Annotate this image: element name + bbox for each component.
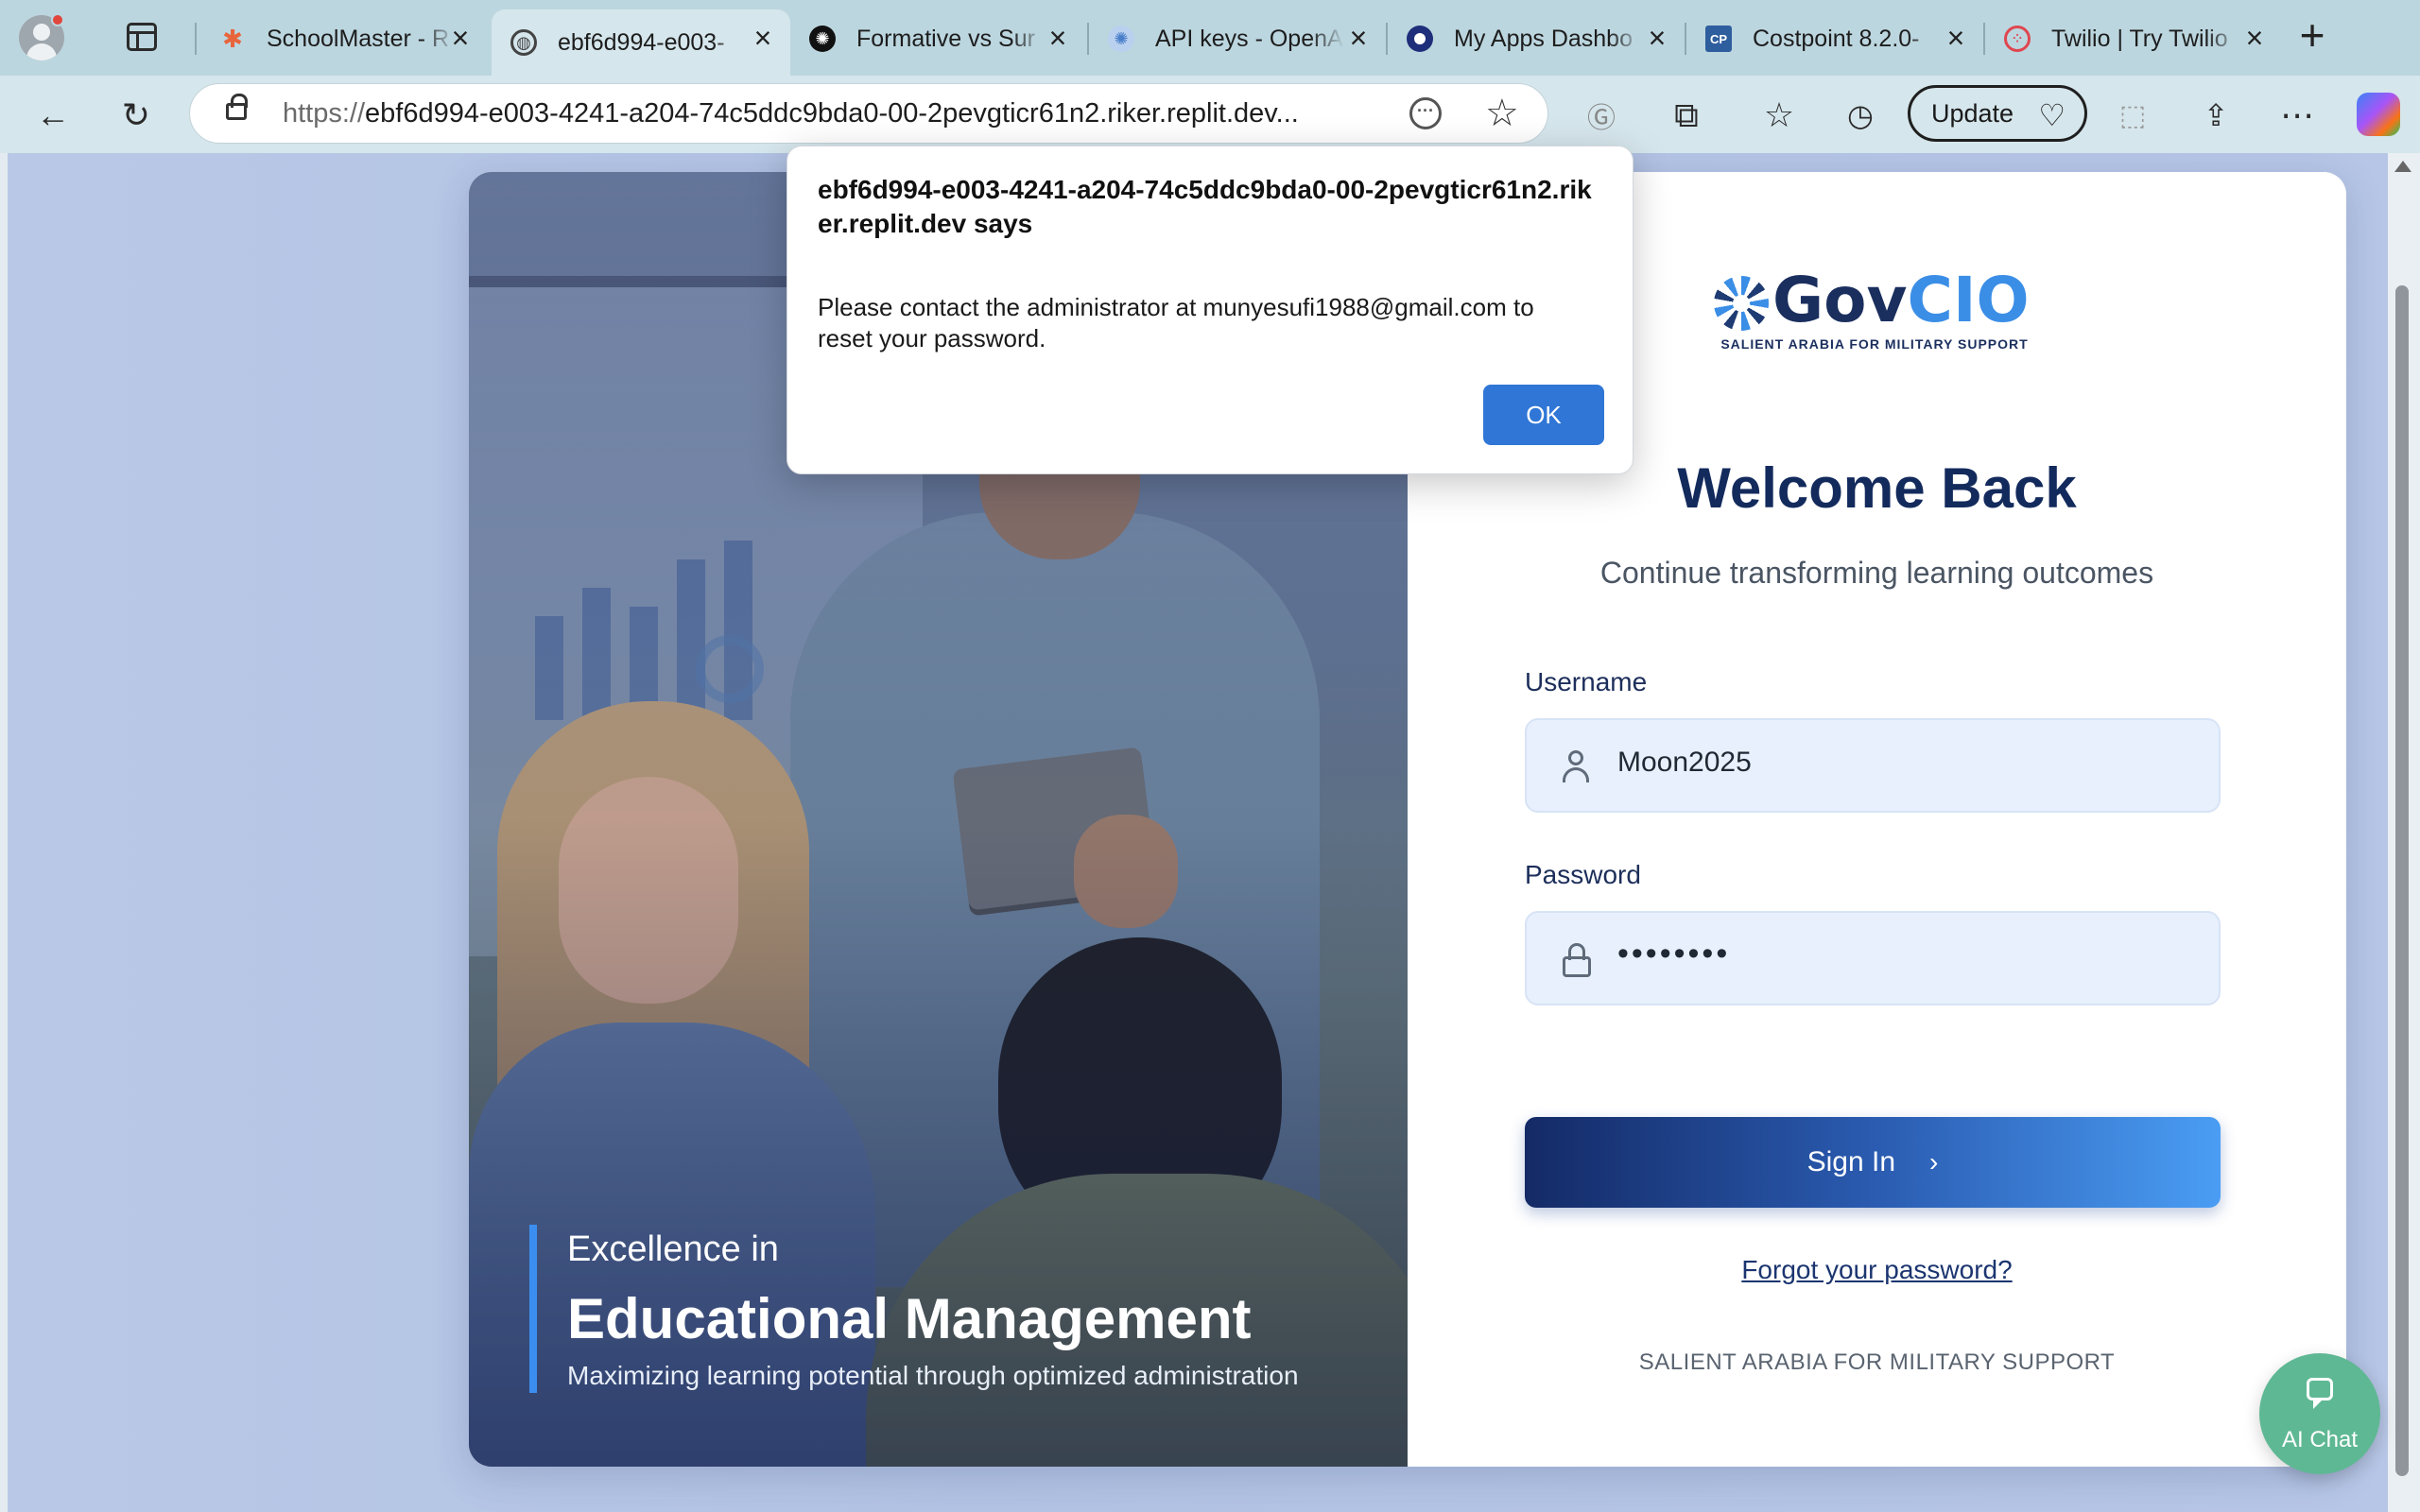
- logo-cio-text: CIO: [1907, 264, 2030, 336]
- twilio-favicon-icon: ⁘: [2004, 26, 2031, 52]
- tab-title: Twilio | Try Twilio: [2051, 25, 2228, 52]
- screenshot-icon[interactable]: ⬚: [2112, 94, 2153, 136]
- new-tab-plus-icon[interactable]: +: [2293, 13, 2331, 57]
- hero-title: Educational Management: [567, 1287, 1252, 1350]
- tab-title: API keys - OpenA: [1155, 25, 1343, 52]
- close-tab-icon[interactable]: ×: [749, 23, 777, 53]
- tab-title: Costpoint 8.2.0-: [1753, 25, 1920, 52]
- close-tab-icon[interactable]: ×: [1942, 23, 1970, 53]
- update-label: Update: [1931, 98, 2014, 128]
- page-tagline: Continue transforming learning outcomes: [1599, 556, 2154, 590]
- browser-essentials-heart-icon: ♡: [2038, 98, 2066, 132]
- sign-in-label: Sign In: [1806, 1146, 1896, 1177]
- forgot-password-link[interactable]: Forgot your password?: [1408, 1255, 2346, 1285]
- close-tab-icon[interactable]: ×: [2240, 23, 2269, 53]
- update-browser-button[interactable]: Update ♡: [1908, 85, 2087, 142]
- history-icon[interactable]: ◷: [1840, 94, 1881, 136]
- costpoint-favicon-icon: CP: [1705, 26, 1732, 52]
- username-input[interactable]: [1617, 747, 2185, 779]
- close-tab-icon[interactable]: ×: [1044, 23, 1072, 53]
- password-label: Password: [1525, 860, 1641, 889]
- username-field[interactable]: [1525, 718, 2221, 813]
- sign-in-button[interactable]: Sign In ›: [1525, 1117, 2221, 1208]
- tab-twilio[interactable]: ⁘ Twilio | Try Twilio ×: [1985, 9, 2282, 68]
- browser-toolbar: ← ↻ https://ebf6d994-e003-4241-a204-74c5…: [0, 76, 2420, 153]
- scrollbar-thumb[interactable]: [2395, 285, 2409, 1476]
- chevron-right-icon: ›: [1929, 1147, 1939, 1177]
- share-icon[interactable]: ⇪: [2195, 94, 2237, 136]
- page-edge: [0, 153, 8, 1512]
- reload-icon[interactable]: ↻: [115, 94, 157, 136]
- tab-title: ebf6d994-e003-: [558, 28, 725, 56]
- tab-title: My Apps Dashbo: [1454, 25, 1633, 52]
- more-menu-icon[interactable]: ⋯: [2276, 94, 2318, 136]
- tab-divider: [195, 23, 197, 55]
- tab-schoolmaster[interactable]: ✱ SchoolMaster - R ×: [200, 9, 488, 68]
- extensions-puzzle-icon[interactable]: ⧉: [1666, 94, 1707, 136]
- tab-replit-app[interactable]: ◍ ebf6d994-e003- ×: [492, 9, 790, 76]
- logo-wordmark: GovCIO: [1772, 265, 2030, 336]
- ai-chat-label: AI Chat: [2281, 1427, 2359, 1452]
- logo-gov-text: Gov: [1772, 264, 1908, 336]
- address-bar[interactable]: https://ebf6d994-e003-4241-a204-74c5ddc9…: [189, 83, 1548, 144]
- globe-icon: ◍: [510, 29, 537, 56]
- ai-chat-button[interactable]: AI Chat: [2259, 1353, 2380, 1474]
- tab-my-apps-dashboard[interactable]: My Apps Dashbo ×: [1388, 9, 1685, 68]
- page-scrollbar[interactable]: [2388, 153, 2420, 1512]
- tab-formative[interactable]: ✺ Formative vs Sur ×: [790, 9, 1085, 68]
- alert-ok-button[interactable]: OK: [1483, 385, 1604, 445]
- user-icon: [1561, 750, 1593, 782]
- logo-tagline: SALIENT ARABIA FOR MILITARY SUPPORT: [1720, 336, 2029, 352]
- tab-actions-menu-icon[interactable]: [127, 23, 157, 51]
- url-host: ebf6d994-e003-4241-a204-74c5ddc9bda0-00-…: [365, 98, 1299, 129]
- lock-icon: [1561, 943, 1593, 977]
- close-tab-icon[interactable]: ×: [446, 23, 475, 53]
- hero-subtitle: Maximizing learning potential through op…: [567, 1361, 1299, 1390]
- govcio-logo: GovCIO SALIENT ARABIA FOR MILITARY SUPPO…: [1714, 265, 2035, 352]
- logo-burst-icon: [1714, 276, 1769, 331]
- password-input[interactable]: ••••••••: [1617, 936, 2185, 972]
- profile-notification-dot: [51, 13, 64, 26]
- lock-icon[interactable]: [226, 94, 248, 120]
- copilot-icon[interactable]: [2357, 93, 2400, 136]
- username-label: Username: [1525, 667, 1648, 696]
- alert-message: Please contact the administrator at muny…: [818, 293, 1534, 352]
- grammarly-extension-icon[interactable]: Ⓖ: [1581, 94, 1622, 136]
- tab-costpoint[interactable]: CP Costpoint 8.2.0- ×: [1686, 9, 1983, 68]
- alert-origin-text: ebf6d994-e003-4241-a204-74c5ddc9bda0-00-…: [818, 175, 1592, 238]
- tab-title: Formative vs Sur: [856, 25, 1035, 52]
- close-tab-icon[interactable]: ×: [1643, 23, 1671, 53]
- tab-title: SchoolMaster - R: [267, 25, 450, 52]
- scroll-up-arrow-icon[interactable]: [2394, 161, 2411, 172]
- url-text[interactable]: https://ebf6d994-e003-4241-a204-74c5ddc9…: [283, 98, 1417, 129]
- openai-favicon-icon: ✺: [1108, 26, 1134, 52]
- javascript-alert-dialog: ebf6d994-e003-4241-a204-74c5ddc9bda0-00-…: [786, 146, 1634, 474]
- favorites-icon[interactable]: ☆: [1758, 94, 1800, 136]
- hero-kicker: Excellence in: [567, 1229, 779, 1269]
- add-favorite-star-icon[interactable]: ☆: [1485, 92, 1519, 135]
- chatgpt-favicon-icon: ✺: [809, 26, 836, 52]
- back-arrow-icon[interactable]: ←: [32, 94, 74, 136]
- page-actions-icon[interactable]: ···: [1409, 97, 1442, 129]
- url-scheme: https://: [283, 98, 366, 129]
- okta-favicon-icon: [1407, 26, 1433, 52]
- close-tab-icon[interactable]: ×: [1344, 23, 1373, 53]
- schoolmaster-favicon-icon: ✱: [222, 24, 243, 53]
- hero-caption: Excellence in Educational Management Max…: [529, 1225, 1361, 1393]
- chat-bubble-icon: [2307, 1378, 2333, 1409]
- footer-organization: SALIENT ARABIA FOR MILITARY SUPPORT: [1638, 1349, 2116, 1375]
- tab-openai-api-keys[interactable]: ✺ API keys - OpenA ×: [1089, 9, 1386, 68]
- password-field[interactable]: ••••••••: [1525, 911, 2221, 1005]
- browser-tab-strip: ✱ SchoolMaster - R × ◍ ebf6d994-e003- × …: [0, 0, 2420, 76]
